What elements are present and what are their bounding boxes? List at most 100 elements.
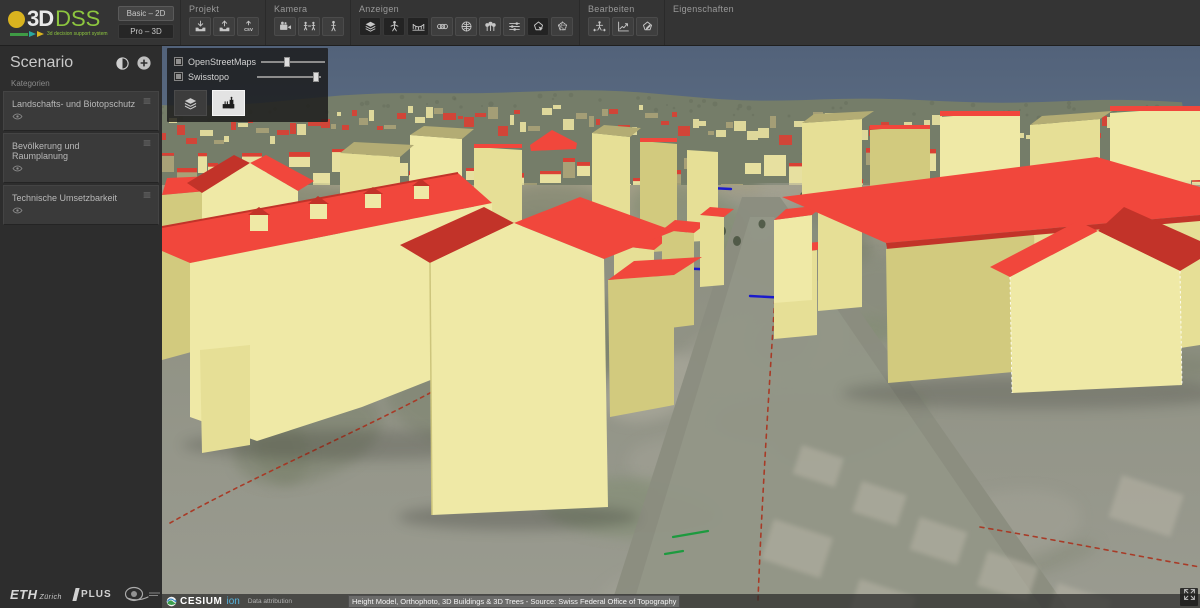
- layer-row-openstreetmaps: OpenStreetMaps: [174, 54, 321, 69]
- layer-panel: OpenStreetMaps Swisstopo: [167, 48, 328, 122]
- contrast-icon[interactable]: [115, 56, 130, 71]
- edit-polygon-icon: [641, 20, 654, 33]
- visibility-eye-icon[interactable]: [12, 111, 23, 122]
- expand-icon: [1183, 588, 1196, 606]
- logo-subtitle: 3d decision support system: [47, 31, 108, 37]
- bearbeiten-edit-chart-button[interactable]: [612, 17, 634, 36]
- category-card-landschafts-und-biotopschutz[interactable]: Landschafts- und Biotopschutz: [3, 91, 159, 131]
- logo-arrow-icon: [29, 31, 36, 37]
- rings-icon: [436, 20, 449, 33]
- toolbar-section-bearbeiten: Bearbeiten: [579, 0, 664, 45]
- category-label: Technische Umsetzbarkeit: [12, 193, 150, 203]
- layers-icon: [183, 96, 198, 111]
- category-label: Bevölkerung und Raumplanung: [12, 141, 150, 161]
- projekt-import-button[interactable]: [189, 17, 211, 36]
- mode-button-pro-3d[interactable]: Pro – 3D: [118, 24, 174, 39]
- 3d-viewport[interactable]: OpenStreetMaps Swisstopo CESIUMion Data a…: [162, 45, 1200, 608]
- anzeigen-bridge-button[interactable]: [407, 17, 429, 36]
- camera-icon: [279, 20, 292, 33]
- anzeigen-globe-button[interactable]: [455, 17, 477, 36]
- scenario-sidebar: Scenario Kategorien Landschafts- und Bio…: [0, 45, 162, 608]
- trees-icon: [484, 20, 497, 33]
- fullscreen-button[interactable]: [1180, 588, 1198, 606]
- anzeigen-layers-button[interactable]: [359, 17, 381, 36]
- drag-handle-icon[interactable]: [141, 95, 153, 107]
- projekt-export-button[interactable]: [213, 17, 235, 36]
- layer-row-swisstopo: Swisstopo: [174, 69, 321, 84]
- kamera-camera-button[interactable]: [274, 17, 296, 36]
- toolbar-sections: Projektcsv Kamera Anzeigen Bearbeiten Eigens…: [180, 0, 740, 45]
- footer-logos: ETH Zürich PLUS: [10, 586, 162, 602]
- layer-panel-layers-button[interactable]: [174, 90, 207, 116]
- eth-logo: ETH Zürich: [10, 587, 62, 602]
- bearbeiten-edit-polygon-button[interactable]: [636, 17, 658, 36]
- layer-checkbox[interactable]: [174, 57, 183, 66]
- layer-label: Swisstopo: [188, 72, 252, 82]
- logo-text-dss: DSS: [55, 8, 100, 30]
- svg-text:csv: csv: [244, 27, 253, 33]
- layer-opacity-slider[interactable]: [257, 72, 321, 82]
- plus-logo: PLUS: [74, 588, 112, 601]
- edit-chart-icon: [617, 20, 630, 33]
- projekt-csv-export-button[interactable]: csv: [237, 17, 259, 36]
- layer-panel-buildings-button[interactable]: [212, 90, 245, 116]
- toolbar-section-anzeigen: Anzeigen: [350, 0, 579, 45]
- section-label: Kamera: [274, 3, 344, 14]
- kamera-person-distance-button[interactable]: [298, 17, 320, 36]
- visibility-eye-icon[interactable]: [12, 205, 23, 216]
- section-label: Bearbeiten: [588, 3, 658, 14]
- slider-thumb[interactable]: [313, 72, 319, 82]
- import-icon: [194, 20, 207, 33]
- csv-export-icon: csv: [242, 20, 255, 33]
- sliders-icon: [508, 20, 521, 33]
- mode-switch: Basic – 2D Pro – 3D: [112, 0, 180, 45]
- drag-handle-icon[interactable]: [141, 137, 153, 149]
- anzeigen-rings-button[interactable]: [431, 17, 453, 36]
- cesium-globe-icon: [166, 596, 177, 607]
- mesh-icon: [556, 20, 569, 33]
- category-card-bevölkerung-und-raumplanung[interactable]: Bevölkerung und Raumplanung: [3, 133, 159, 183]
- toolbar-section-eigenschaften: Eigenschaften: [664, 0, 740, 45]
- buildings-icon: [221, 96, 236, 111]
- anzeigen-trees-button[interactable]: [479, 17, 501, 36]
- app-root: { "logo": {"part_3d": "3D", "part_dss": …: [0, 0, 1200, 608]
- drag-handle-icon[interactable]: [141, 189, 153, 201]
- bridge-icon: [412, 20, 425, 33]
- layer-checkbox[interactable]: [174, 72, 183, 81]
- attribution-text: Height Model, Orthophoto, 3D Buildings &…: [348, 595, 680, 608]
- visibility-eye-icon[interactable]: [12, 163, 23, 174]
- data-attribution-link[interactable]: Data attribution: [248, 598, 292, 605]
- category-card-technische-umsetzbarkeit[interactable]: Technische Umsetzbarkeit: [3, 185, 159, 225]
- bearbeiten-edit-person-button[interactable]: [588, 17, 610, 36]
- anzeigen-sliders-button[interactable]: [503, 17, 525, 36]
- anzeigen-mesh-button[interactable]: [551, 17, 573, 36]
- mode-button-basic-2d[interactable]: Basic – 2D: [118, 6, 174, 21]
- anzeigen-polygon-select-button[interactable]: [527, 17, 549, 36]
- section-label: Eigenschaften: [673, 3, 734, 14]
- category-label: Landschafts- und Biotopschutz: [12, 99, 150, 109]
- edit-person-icon: [593, 20, 606, 33]
- logo-bar-icon: [10, 33, 28, 36]
- 3d-scene-render: [162, 45, 1200, 608]
- add-category-icon[interactable]: [136, 55, 152, 71]
- export-icon: [218, 20, 231, 33]
- cesium-ion-logo[interactable]: CESIUMion: [166, 596, 240, 607]
- layers-icon: [364, 20, 377, 33]
- polygon-select-icon: [532, 20, 545, 33]
- person-icon: [388, 20, 401, 33]
- layer-label: OpenStreetMaps: [188, 57, 256, 67]
- logo-arrow-icon: [37, 31, 44, 37]
- logo-text-3d: 3D: [27, 8, 53, 30]
- slider-thumb[interactable]: [284, 57, 290, 67]
- toolbar-section-projekt: Projektcsv: [180, 0, 265, 45]
- sidebar-title: Scenario: [10, 54, 109, 72]
- category-list: Landschafts- und Biotopschutz Bevölkerung…: [0, 91, 162, 225]
- person-distance-icon: [303, 20, 316, 33]
- categories-label: Kategorien: [0, 75, 162, 91]
- app-logo: 3D DSS 3d decision support system: [0, 0, 112, 45]
- attribution-bar: CESIUMion Data attribution Height Model,…: [162, 594, 1200, 608]
- layer-opacity-slider[interactable]: [261, 57, 325, 67]
- kamera-pedestrian-button[interactable]: [322, 17, 344, 36]
- section-label: Anzeigen: [359, 3, 573, 14]
- anzeigen-person-button[interactable]: [383, 17, 405, 36]
